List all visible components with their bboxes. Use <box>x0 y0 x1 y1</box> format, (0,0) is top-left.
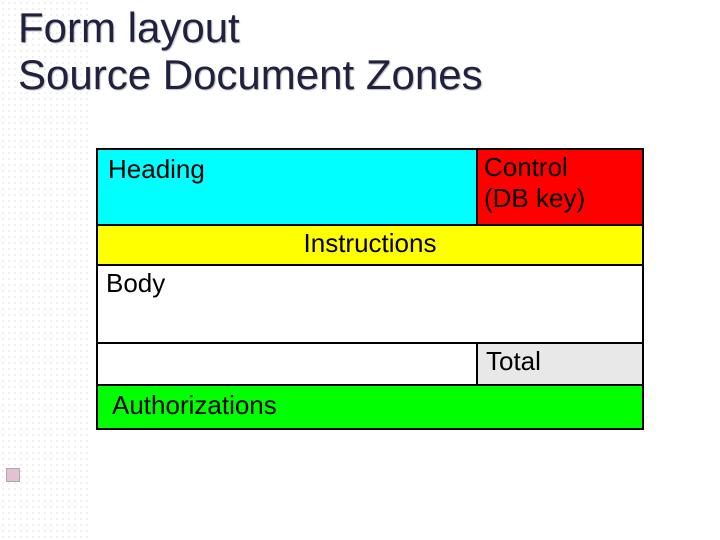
zone-authorizations: Authorizations <box>98 384 642 428</box>
zones-diagram: Heading Control (DB key) Instructions Bo… <box>96 148 644 430</box>
zone-heading-label: Heading <box>108 154 205 184</box>
slide-title: Form layout Source Document Zones <box>0 0 720 98</box>
title-line-2: Source Document Zones <box>18 51 720 98</box>
zone-instructions: Instructions <box>98 224 642 264</box>
title-line-1: Form layout <box>18 4 720 51</box>
zone-authorizations-label: Authorizations <box>112 390 277 420</box>
zone-control-label-2: (DB key) <box>484 183 642 214</box>
zone-body-label: Body <box>106 268 165 298</box>
zone-total: Total <box>476 344 642 384</box>
zone-control: Control (DB key) <box>476 150 642 224</box>
slide-accent-square <box>6 468 20 482</box>
zone-instructions-label: Instructions <box>304 228 437 258</box>
zone-row-total: Total <box>98 342 642 384</box>
zone-control-label-1: Control <box>484 152 642 183</box>
zone-row-top: Heading Control (DB key) <box>98 150 642 224</box>
zone-body: Body <box>98 264 642 342</box>
zone-heading: Heading <box>98 150 476 224</box>
slide: Form layout Source Document Zones Headin… <box>0 0 720 98</box>
zone-total-label: Total <box>486 346 541 376</box>
zone-total-spacer <box>98 344 476 384</box>
